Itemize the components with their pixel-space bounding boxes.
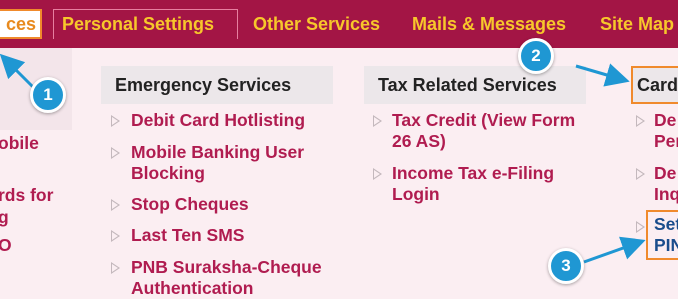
bullet-arrow-icon: [373, 168, 382, 180]
tab-services[interactable]: ces: [0, 9, 42, 39]
link-tax-credit-form-26as[interactable]: Tax Credit (View Form 26 AS): [392, 110, 587, 152]
bullet-arrow-icon: [111, 230, 120, 242]
link-card-service-1[interactable]: De Per: [654, 110, 678, 152]
tab-site-map[interactable]: Site Map: [600, 9, 674, 39]
callout-badge-3: 3: [548, 248, 584, 284]
left-link-fragment[interactable]: rds for: [0, 185, 53, 206]
card-services-heading: Card: [631, 66, 678, 104]
link-stop-cheques[interactable]: Stop Cheques: [131, 194, 331, 215]
bullet-arrow-icon: [636, 168, 645, 180]
bullet-arrow-icon: [636, 115, 645, 127]
callout-badge-2: 2: [518, 38, 554, 74]
bullet-arrow-icon: [636, 221, 645, 233]
left-link-fragment[interactable]: O: [0, 235, 12, 256]
link-income-tax-efiling-login[interactable]: Income Tax e-Filing Login: [392, 163, 587, 205]
set-pin-highlight-box: [646, 210, 678, 260]
bullet-arrow-icon: [111, 115, 120, 127]
callout-3-arrow: [583, 236, 646, 264]
left-link-fragment[interactable]: g: [0, 207, 9, 228]
tab-personal-settings[interactable]: Personal Settings: [53, 9, 238, 39]
bullet-arrow-icon: [111, 147, 120, 159]
emergency-services-heading: Emergency Services: [101, 66, 333, 104]
link-mobile-banking-user-blocking[interactable]: Mobile Banking User Blocking: [131, 142, 331, 184]
tab-mails-messages[interactable]: Mails & Messages: [412, 9, 566, 39]
left-link-fragment[interactable]: obile: [0, 133, 39, 154]
link-debit-card-hotlisting[interactable]: Debit Card Hotlisting: [131, 110, 331, 131]
link-pnb-suraksha-cheque-authentication[interactable]: PNB Suraksha-Cheque Authentication: [131, 257, 346, 299]
link-last-ten-sms[interactable]: Last Ten SMS: [131, 225, 331, 246]
bullet-arrow-icon: [111, 199, 120, 211]
top-navigation-bar: ces Personal Settings Other Services Mai…: [0, 0, 678, 48]
link-card-service-2[interactable]: De Inq: [654, 163, 678, 205]
bullet-arrow-icon: [111, 262, 120, 274]
callout-badge-1: 1: [30, 77, 66, 113]
tab-other-services[interactable]: Other Services: [253, 9, 380, 39]
bullet-arrow-icon: [373, 115, 382, 127]
tax-related-services-heading: Tax Related Services: [364, 66, 586, 104]
